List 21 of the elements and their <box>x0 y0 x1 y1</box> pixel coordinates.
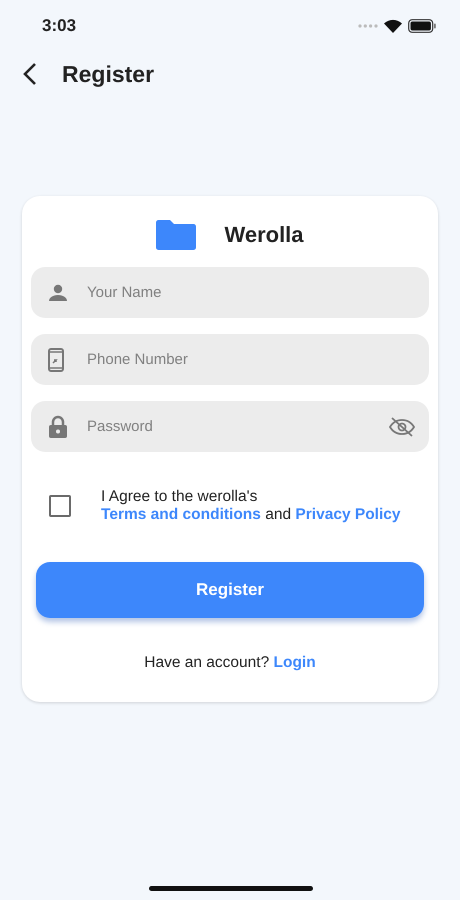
person-icon <box>48 282 68 302</box>
register-button[interactable]: Register <box>36 562 424 618</box>
login-prompt: Have an account? Login <box>143 654 317 672</box>
agreement-text: I Agree to the werolla's Terms and conditions and Privacy Policy <box>101 488 402 524</box>
brand-name: Werolla <box>224 222 304 248</box>
wifi-icon <box>384 19 402 33</box>
terms-link[interactable]: Terms and conditions <box>101 506 261 523</box>
lock-icon <box>48 414 68 438</box>
signal-icon <box>358 24 378 28</box>
login-link[interactable]: Login <box>274 654 316 671</box>
folder-icon <box>156 220 196 250</box>
input-field[interactable]: Password <box>31 401 429 452</box>
battery-icon <box>408 19 436 33</box>
input-field[interactable]: Your Name <box>31 267 429 318</box>
eye-off-icon[interactable] <box>389 416 415 436</box>
input-field[interactable]: Phone Number <box>31 334 429 385</box>
status-time: 3:03 <box>42 16 76 36</box>
page-title: Register <box>62 60 154 88</box>
phone-icon <box>48 348 64 372</box>
privacy-link[interactable]: Privacy Policy <box>295 506 401 523</box>
agree-checkbox[interactable] <box>49 495 71 517</box>
